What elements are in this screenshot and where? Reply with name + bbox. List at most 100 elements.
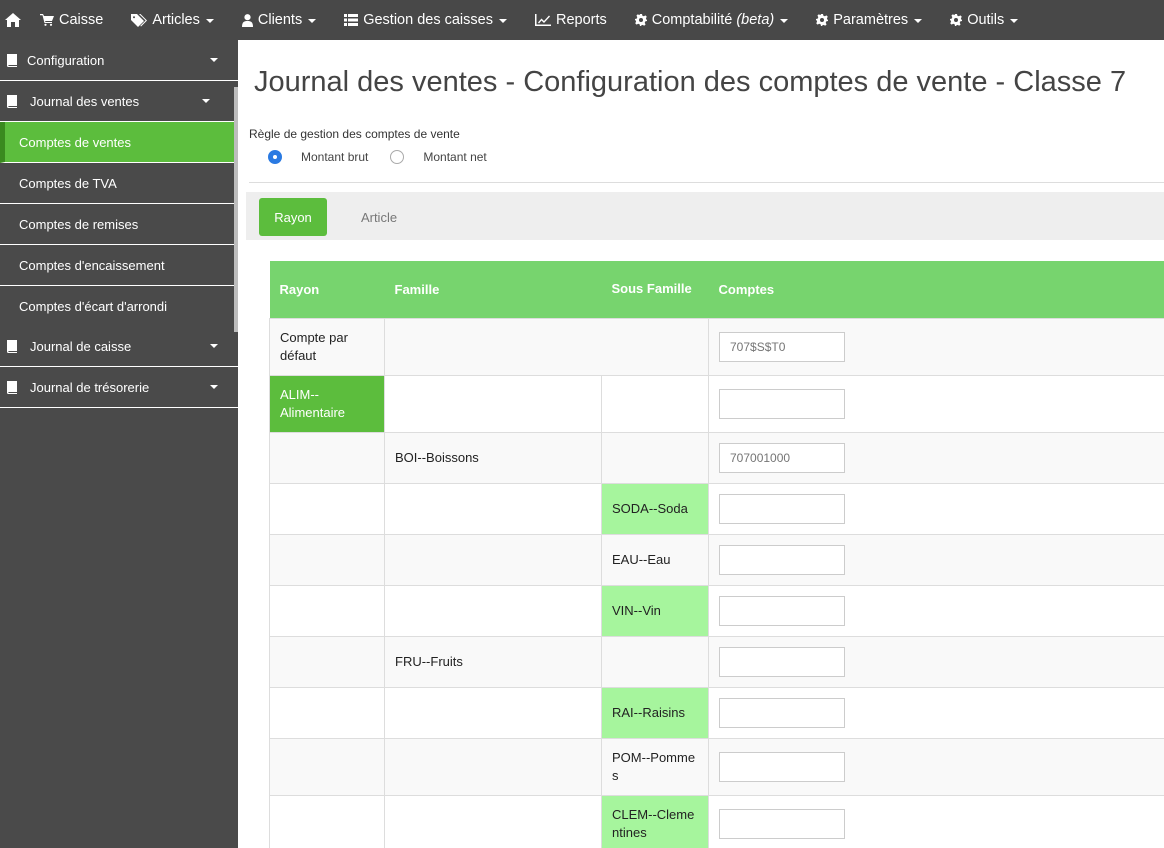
tab-rayon[interactable]: Rayon	[259, 198, 327, 236]
tab-article[interactable]: Article	[346, 198, 412, 236]
sous-famille-cell	[601, 431, 709, 484]
table-cell-account	[708, 431, 1164, 484]
nav-reports[interactable]: Reports	[521, 0, 621, 40]
sidebar-section-configuration-label: Configuration	[27, 52, 105, 68]
radio-montant-net[interactable]	[390, 150, 405, 164]
home-icon[interactable]	[0, 0, 26, 40]
nav-parametres[interactable]: Paramètres	[802, 0, 936, 40]
famille-cell	[384, 794, 602, 848]
chevron-down-icon	[210, 385, 218, 389]
table-row: ALIM--Alimentaire	[269, 374, 1164, 433]
rule-label: Règle de gestion des comptes de vente	[249, 127, 460, 141]
cog-icon	[816, 14, 829, 26]
chevron-down-icon	[1010, 19, 1019, 23]
chevron-down-icon	[210, 58, 218, 62]
table-cell-account	[708, 317, 1164, 376]
nav-caisse-label: Caisse	[59, 12, 104, 28]
sidebar-item-comptes-ventes[interactable]: Comptes de ventes	[0, 122, 234, 163]
sidebar: Configuration Journal des ventes Comptes…	[0, 40, 238, 848]
sidebar-item-label: Comptes d'écart d'arrondi	[19, 298, 168, 314]
table-row: CLEM--Clementines	[269, 794, 1164, 848]
account-input[interactable]	[719, 442, 845, 473]
col-header-sous-famille: Sous Famille	[601, 261, 709, 318]
main-content: Journal des ventes - Configuration des c…	[238, 40, 1164, 848]
book-icon	[6, 53, 18, 67]
nav-outils-label: Outils	[967, 12, 1005, 28]
sidebar-item-comptes-ecart-arrondi[interactable]: Comptes d'écart d'arrondi	[0, 286, 234, 326]
table-row: FRU--Fruits	[269, 635, 1164, 688]
sous-famille-cell: CLEM--Clementines	[601, 794, 709, 848]
rayon-cell	[269, 431, 385, 484]
sidebar-item-label: Comptes de remises	[19, 216, 139, 232]
table-row: RAI--Raisins	[269, 686, 1164, 739]
sidebar-item-comptes-remises[interactable]: Comptes de remises	[0, 204, 234, 245]
nav-gestion-caisses[interactable]: Gestion des caisses	[330, 0, 521, 40]
sidebar-section-journal-caisse-label: Journal de caisse	[30, 338, 132, 354]
line-chart-icon	[534, 14, 551, 26]
sidebar-section-journal-ventes[interactable]: Journal des ventes	[0, 81, 234, 122]
sidebar-item-comptes-tva[interactable]: Comptes de TVA	[0, 163, 234, 204]
famille-cell: BOI--Boissons	[384, 431, 602, 484]
radio-montant-brut[interactable]	[268, 150, 282, 164]
nav-articles-label: Articles	[152, 12, 200, 28]
nav-outils[interactable]: Outils	[936, 0, 1032, 40]
tabs-bar: Rayon Article	[246, 192, 1164, 240]
nav-caisse[interactable]: Caisse	[26, 0, 117, 40]
rayon-cell	[269, 533, 385, 586]
cart-icon	[40, 14, 54, 26]
account-input[interactable]	[719, 595, 845, 626]
famille-cell	[384, 686, 602, 739]
account-input[interactable]	[719, 493, 845, 524]
table-cell-account	[708, 584, 1164, 637]
top-navbar: Caisse Articles Clients Gestion des cais…	[0, 0, 1164, 40]
chevron-down-icon	[780, 19, 789, 23]
sous-famille-cell: EAU--Eau	[601, 533, 709, 586]
cog-icon	[950, 14, 963, 26]
account-input[interactable]	[719, 808, 845, 839]
col-header-comptes: Comptes	[708, 261, 1164, 318]
sidebar-section-journal-tresorerie-label: Journal de trésorerie	[30, 379, 150, 395]
famille-cell	[384, 374, 602, 433]
rayon-cell	[269, 686, 385, 739]
rayon-cell	[269, 482, 385, 535]
cog-icon	[634, 14, 647, 26]
account-input[interactable]	[719, 544, 845, 575]
rayon-cell	[269, 794, 385, 848]
table-row: VIN--Vin	[269, 584, 1164, 637]
sidebar-section-journal-tresorerie[interactable]: Journal de trésorerie	[0, 367, 238, 408]
tags-icon	[131, 13, 148, 27]
account-input[interactable]	[719, 388, 845, 419]
famille-cell	[384, 533, 602, 586]
col-header-rayon: Rayon	[269, 261, 385, 318]
table-row: SODA--Soda	[269, 482, 1164, 535]
account-input[interactable]	[719, 697, 845, 728]
account-input[interactable]	[719, 646, 845, 677]
rayon-cell	[269, 737, 385, 796]
radio-montant-brut-label: Montant brut	[301, 150, 369, 164]
col-header-famille: Famille	[384, 261, 602, 318]
sidebar-item-label: Comptes de TVA	[19, 175, 117, 191]
nav-articles[interactable]: Articles	[117, 0, 228, 40]
account-input[interactable]	[719, 751, 845, 782]
divider	[249, 182, 1164, 183]
table-cell-account	[708, 737, 1164, 796]
rayon-cell: ALIM--Alimentaire	[269, 374, 385, 433]
sidebar-item-comptes-encaissement[interactable]: Comptes d'encaissement	[0, 245, 234, 286]
sous-famille-cell: RAI--Raisins	[601, 686, 709, 739]
table-row: BOI--Boissons	[269, 431, 1164, 484]
chevron-down-icon	[210, 344, 218, 348]
sidebar-section-journal-caisse[interactable]: Journal de caisse	[0, 326, 238, 367]
user-icon	[241, 13, 253, 27]
rayon-cell	[269, 635, 385, 688]
sidebar-section-configuration[interactable]: Configuration	[0, 40, 238, 81]
nav-reports-label: Reports	[555, 12, 607, 28]
sous-famille-cell	[601, 635, 709, 688]
account-input-default[interactable]	[719, 331, 845, 362]
table-cell-account	[708, 533, 1164, 586]
table-row: EAU--Eau	[269, 533, 1164, 586]
book-icon	[6, 94, 18, 108]
nav-clients[interactable]: Clients	[228, 0, 330, 40]
nav-comptabilite[interactable]: Comptabilité (beta)	[621, 0, 802, 40]
table-row-default: Compte par défaut	[269, 317, 1164, 376]
famille-cell	[384, 584, 602, 637]
